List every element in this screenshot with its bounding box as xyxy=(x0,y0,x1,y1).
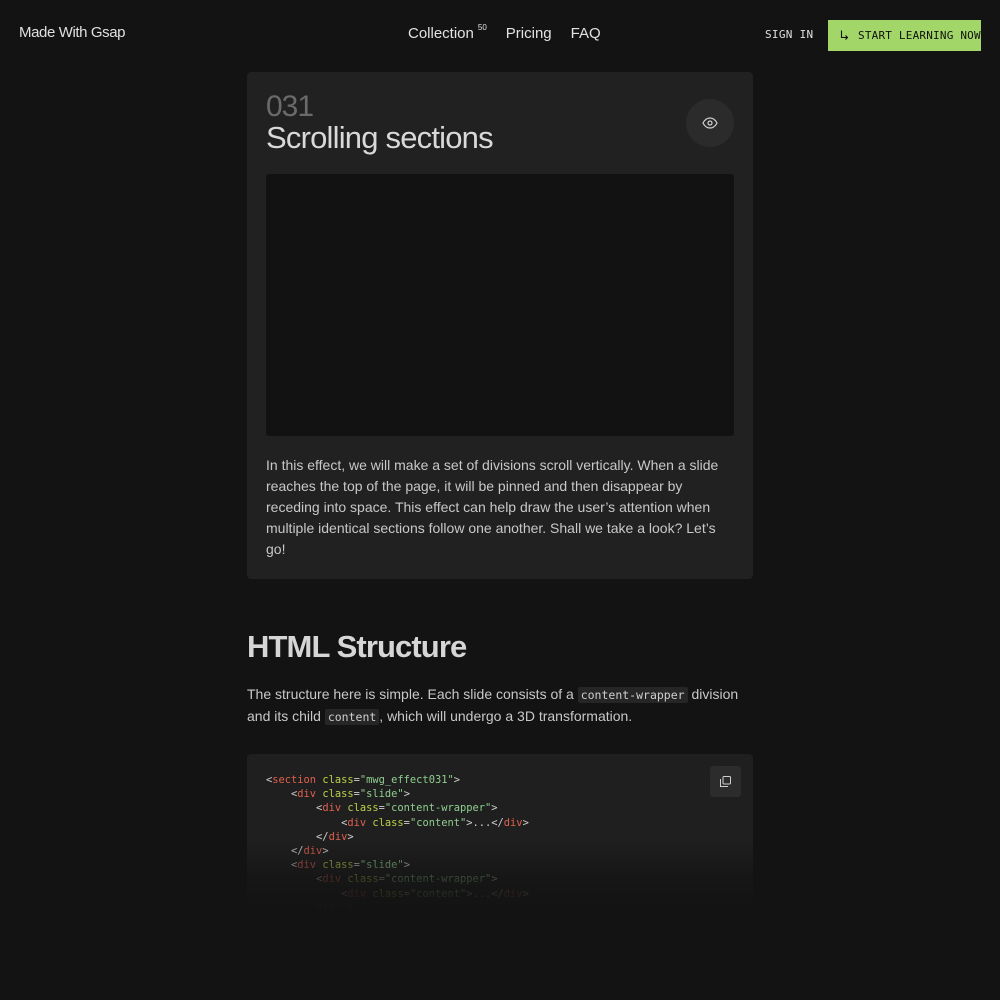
effect-preview[interactable] xyxy=(266,174,734,436)
arrow-down-right-icon xyxy=(840,30,849,40)
code-token: > xyxy=(491,802,498,815)
code-token: > xyxy=(403,788,410,801)
code-token: "content" xyxy=(409,887,467,900)
code-token: > xyxy=(522,816,529,829)
code-token: </ xyxy=(316,901,329,910)
effect-description: In this effect, we will make a set of di… xyxy=(266,457,719,557)
code-token: > xyxy=(403,859,410,872)
effect-title: Scrolling sections xyxy=(266,120,494,155)
code-token: div xyxy=(503,887,523,900)
code-token: > xyxy=(453,774,460,786)
nav-collection-label: Collection xyxy=(408,25,474,42)
code-token: </ xyxy=(316,830,329,843)
sign-in-button[interactable]: SIGN IN xyxy=(765,28,813,41)
code-token: class xyxy=(347,873,379,886)
preview-button[interactable] xyxy=(686,99,734,147)
copy-icon xyxy=(720,776,731,787)
desc-text-3: , which will undergo a 3D transformation… xyxy=(379,708,633,724)
inline-code-content-wrapper: content-wrapper xyxy=(577,687,688,703)
code-token: class xyxy=(322,774,354,786)
code-line: <section class="mwg_effect031"> xyxy=(266,773,529,787)
code-block: <section class="mwg_effect031"> <div cla… xyxy=(247,754,753,910)
code-token: section xyxy=(272,774,317,786)
code-token: > xyxy=(491,873,498,886)
code-line: </div> xyxy=(266,844,529,858)
code-token: div xyxy=(322,873,342,886)
code-line: <div class="slide"> xyxy=(266,858,529,872)
code-token: "content-wrapper" xyxy=(384,873,492,886)
copy-code-button[interactable] xyxy=(710,766,741,797)
inline-code-content: content xyxy=(324,709,380,725)
site-header: Made With Gsap Collection 50 Pricing FAQ… xyxy=(0,0,1000,70)
code-line: <div class="content-wrapper"> xyxy=(266,801,529,815)
nav-faq[interactable]: FAQ xyxy=(571,25,601,42)
code-token: "content" xyxy=(409,816,467,829)
code-token: div xyxy=(503,816,523,829)
code-token: class xyxy=(322,788,354,801)
code-token: class xyxy=(347,802,379,815)
collection-count-badge: 50 xyxy=(477,23,487,32)
logo[interactable]: Made With Gsap xyxy=(19,24,126,41)
nav-collection[interactable]: Collection 50 xyxy=(408,23,487,42)
code-token: > xyxy=(322,845,329,858)
code-token: "slide" xyxy=(359,859,404,872)
code-line: <div class="content">...</div> xyxy=(266,816,529,830)
code-token: "slide" xyxy=(359,788,404,801)
code-line: <div class="content-wrapper"> xyxy=(266,872,529,886)
code-token: div xyxy=(328,830,348,843)
main-nav: Collection 50 Pricing FAQ xyxy=(408,23,601,42)
code-token: div xyxy=(328,901,348,910)
code-line: <div class="slide"> xyxy=(266,787,529,801)
nav-pricing[interactable]: Pricing xyxy=(506,25,552,42)
section-description: The structure here is simple. Each slide… xyxy=(247,684,753,728)
code-token: "content-wrapper" xyxy=(384,802,492,815)
code-token: "mwg_effect031" xyxy=(359,774,454,786)
eye-icon xyxy=(702,117,718,129)
code-token: div xyxy=(322,802,342,815)
code-content[interactable]: <section class="mwg_effect031"> <div cla… xyxy=(266,773,529,910)
code-token: >...</ xyxy=(466,816,504,829)
start-learning-label: START LEARNING NOW xyxy=(858,29,981,42)
code-token: class xyxy=(372,816,404,829)
code-line: </div> xyxy=(266,830,529,844)
effect-number: 031 xyxy=(266,90,314,123)
code-token: </ xyxy=(291,845,304,858)
code-token: div xyxy=(297,788,317,801)
nav-pricing-label: Pricing xyxy=(505,25,552,42)
code-line: <div class="content">...</div> xyxy=(266,887,529,901)
code-token: div xyxy=(347,887,367,900)
code-token: class xyxy=(372,887,404,900)
code-token: > xyxy=(347,830,354,843)
code-token: div xyxy=(347,816,367,829)
nav-faq-label: FAQ xyxy=(570,25,601,42)
code-token: div xyxy=(303,845,323,858)
effect-card: 031 Scrolling sections In this effect, w… xyxy=(247,72,753,579)
desc-text-1: The structure here is simple. Each slide… xyxy=(247,686,574,702)
code-token: div xyxy=(297,859,317,872)
code-token: class xyxy=(322,859,354,872)
code-token: >...</ xyxy=(466,887,504,900)
start-learning-button[interactable]: START LEARNING NOW xyxy=(828,20,981,51)
code-token: > xyxy=(522,887,529,900)
section-title: HTML Structure xyxy=(247,629,467,664)
code-line: </div> xyxy=(266,901,529,910)
code-token: > xyxy=(347,901,354,910)
